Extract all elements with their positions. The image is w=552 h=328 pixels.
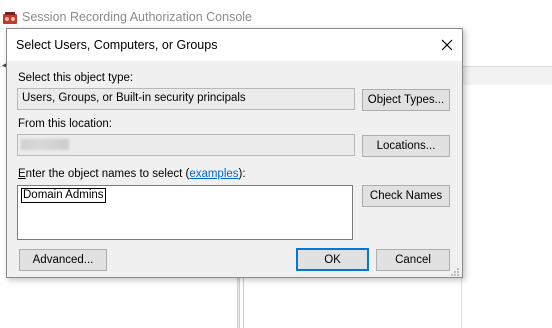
location-label: From this location: (18, 118, 112, 130)
object-types-button[interactable]: Object Types... (362, 89, 450, 111)
examples-link[interactable]: examples (189, 168, 238, 180)
console-app-icon (3, 12, 17, 24)
object-names-input[interactable]: Domain Admins (17, 185, 353, 240)
select-users-dialog: Select Users, Computers, or Groups Selec… (6, 28, 463, 278)
advanced-button[interactable]: Advanced... (19, 249, 107, 271)
locations-button[interactable]: Locations... (362, 135, 450, 157)
console-pane-splitter[interactable] (237, 278, 240, 328)
dialog-titlebar: Select Users, Computers, or Groups (7, 29, 462, 61)
dialog-title: Select Users, Computers, or Groups (16, 38, 218, 52)
object-names-label: Enter the object names to select (exampl… (18, 168, 246, 180)
console-title: Session Recording Authorization Console (22, 10, 252, 24)
check-names-button[interactable]: Check Names (362, 185, 450, 207)
resize-grip-icon[interactable] (450, 267, 460, 277)
object-type-label: Select this object type: (18, 72, 134, 84)
object-names-value: Domain Admins (21, 188, 106, 203)
console-pane-border (243, 278, 244, 328)
cancel-button[interactable]: Cancel (376, 249, 450, 271)
object-type-field: Users, Groups, or Built-in security prin… (17, 88, 355, 110)
close-icon[interactable] (435, 35, 459, 55)
ok-button[interactable]: OK (296, 248, 369, 271)
location-redacted-value (21, 139, 69, 150)
console-actions-pane (461, 67, 552, 328)
console-actions-header (461, 67, 552, 85)
